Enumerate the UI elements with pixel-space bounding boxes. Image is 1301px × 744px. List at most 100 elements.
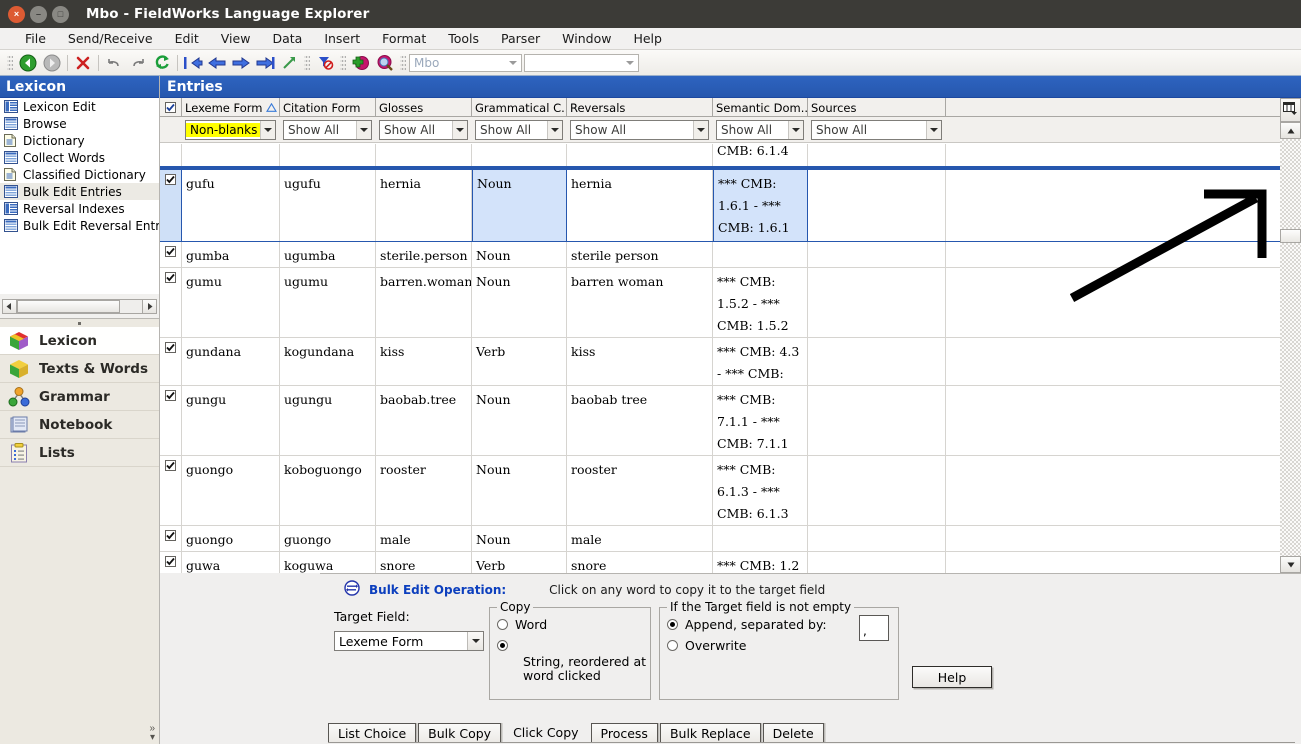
filter-combo[interactable]: Show All (811, 119, 942, 140)
radio-selected-icon[interactable] (667, 619, 678, 630)
scroll-left-button[interactable] (2, 298, 17, 314)
chevron-down-icon[interactable] (467, 632, 483, 650)
checkbox-checked-icon[interactable] (165, 272, 176, 283)
tab-list-choice[interactable]: List Choice (328, 723, 417, 742)
chevron-down-icon[interactable] (788, 120, 803, 139)
toolbar-grip[interactable] (304, 54, 310, 71)
column-header-semantic-domain[interactable]: Semantic Dom... (713, 98, 808, 116)
menu-file[interactable]: File (14, 29, 57, 48)
tab-process[interactable]: Process (590, 723, 658, 742)
filter-combo[interactable]: Show All (283, 119, 372, 140)
forward-icon[interactable] (40, 52, 64, 74)
delete-icon[interactable] (71, 52, 95, 74)
chevron-down-icon[interactable] (693, 120, 708, 139)
sidebar-item-lexicon-edit[interactable]: Lexicon Edit (0, 98, 159, 115)
sidebar-horizontal-scrollbar[interactable] (2, 298, 157, 314)
checkbox-checked-icon[interactable] (165, 174, 176, 185)
menu-format[interactable]: Format (371, 29, 437, 48)
table-row[interactable]: gundana kogundana kiss Verb kiss *** CMB… (160, 338, 1301, 386)
table-row[interactable]: gumba ugumba sterile.person Noun sterile… (160, 242, 1301, 268)
back-icon[interactable] (16, 52, 40, 74)
menu-window[interactable]: Window (551, 29, 622, 48)
configure-columns-button[interactable] (1280, 98, 1301, 122)
filter-citation-form[interactable]: Show All (280, 119, 376, 140)
toolbar-grip[interactable] (400, 54, 406, 71)
row-checkbox-cell[interactable] (160, 338, 182, 385)
nav-button-lists[interactable]: Lists (0, 439, 159, 467)
tab-bulk-replace[interactable]: Bulk Replace (659, 723, 761, 742)
chevron-down-icon[interactable] (621, 55, 638, 71)
row-checkbox-cell[interactable] (160, 456, 182, 525)
scrollbar-track[interactable] (1280, 139, 1301, 556)
tab-click-copy[interactable]: Click Copy (503, 723, 589, 742)
sidebar-item-browse[interactable]: Browse (0, 115, 159, 132)
checkbox-checked-icon[interactable] (165, 390, 176, 401)
table-row[interactable]: gumu ugumu barren.woman Noun barren woma… (160, 268, 1301, 338)
filter-combo[interactable]: Show All (379, 119, 468, 140)
menu-parser[interactable]: Parser (490, 29, 551, 48)
column-header-sources[interactable]: Sources (808, 98, 946, 116)
sidebar-item-bulk-edit-reversal-entries[interactable]: Bulk Edit Reversal Entrie (0, 217, 159, 234)
help-button[interactable]: Help (912, 666, 992, 688)
filter-combo[interactable]: Non-blanks (185, 119, 276, 140)
nav-button-notebook[interactable]: Notebook (0, 411, 159, 439)
row-checkbox-cell[interactable] (160, 170, 182, 241)
chevron-down-icon[interactable] (926, 120, 941, 139)
window-close-button[interactable]: × (8, 5, 25, 23)
filter-semantic-domain[interactable]: Show All (713, 119, 808, 140)
column-header-glosses[interactable]: Glosses (376, 98, 472, 116)
scroll-right-button[interactable] (142, 298, 157, 314)
filter-grammatical-category[interactable]: Show All (472, 119, 567, 140)
menu-send-receive[interactable]: Send/Receive (57, 29, 164, 48)
table-row-partial[interactable]: CMB: 6.1.4 (160, 144, 1301, 168)
copy-option-string-reordered[interactable]: String, reordered at word clicked (497, 637, 650, 683)
first-record-icon[interactable] (181, 52, 205, 74)
filter-lexeme-form[interactable]: Non-blanks (182, 119, 280, 140)
sidebar-item-bulk-edit-entries[interactable]: Bulk Edit Entries (0, 183, 159, 200)
checkbox-checked-icon[interactable] (165, 342, 176, 353)
row-checkbox-cell[interactable] (160, 526, 182, 551)
radio-unselected-icon[interactable] (497, 619, 508, 630)
sidebar-item-collect-words[interactable]: Collect Words (0, 149, 159, 166)
scroll-up-button[interactable] (1280, 122, 1301, 139)
table-row[interactable]: guwa koguwa snore Verb snore *** CMB: 1.… (160, 552, 1301, 573)
tab-delete[interactable]: Delete (762, 723, 824, 742)
style-combo[interactable] (524, 53, 639, 72)
nav-button-texts-and-words[interactable]: Texts & Words (0, 355, 159, 383)
column-header-citation-form[interactable]: Citation Form (280, 98, 376, 116)
table-row[interactable]: guongo guongo male Noun male (160, 526, 1301, 552)
redo-icon[interactable] (126, 52, 150, 74)
menu-help[interactable]: Help (622, 29, 673, 48)
sidebar-item-dictionary[interactable]: Dictionary (0, 132, 159, 149)
chevron-down-icon[interactable] (260, 120, 275, 139)
find-lexical-entry-icon[interactable] (373, 52, 397, 74)
undo-icon[interactable] (102, 52, 126, 74)
sidebar-item-classified-dictionary[interactable]: Classified Dictionary (0, 166, 159, 183)
insert-entry-icon[interactable] (349, 52, 373, 74)
filter-combo[interactable]: Show All (475, 119, 563, 140)
scrollbar-thumb[interactable] (1280, 229, 1301, 243)
menu-edit[interactable]: Edit (164, 29, 210, 48)
table-body[interactable]: CMB: 6.1.4 gufu ugufu hernia Noun hernia… (160, 144, 1301, 573)
writing-system-combo[interactable]: Mbo (409, 53, 522, 72)
filter-reversals[interactable]: Show All (567, 119, 713, 140)
checkbox-checked-icon[interactable] (165, 246, 176, 257)
checkbox-checked-icon[interactable] (165, 460, 176, 471)
entries-vertical-scrollbar[interactable] (1280, 122, 1301, 573)
select-all-checkbox[interactable] (160, 98, 182, 116)
filter-off-icon[interactable] (313, 52, 337, 74)
copy-option-word[interactable]: Word (497, 617, 650, 632)
chevron-down-icon[interactable] (452, 120, 467, 139)
window-maximize-button[interactable]: □ (52, 5, 69, 23)
separator-input[interactable]: , (859, 615, 889, 641)
row-checkbox-cell[interactable] (160, 386, 182, 455)
scrollbar-thumb[interactable] (17, 299, 120, 313)
previous-record-icon[interactable] (205, 52, 229, 74)
nav-button-grammar[interactable]: Grammar (0, 383, 159, 411)
filter-combo[interactable]: Show All (716, 119, 804, 140)
scroll-down-button[interactable] (1280, 556, 1301, 573)
row-checkbox-cell[interactable] (160, 242, 182, 267)
nav-expand-chevron[interactable]: » ▾ (149, 724, 155, 743)
row-checkbox-cell[interactable] (160, 268, 182, 337)
table-row[interactable]: gungu ugungu baobab.tree Noun baobab tre… (160, 386, 1301, 456)
